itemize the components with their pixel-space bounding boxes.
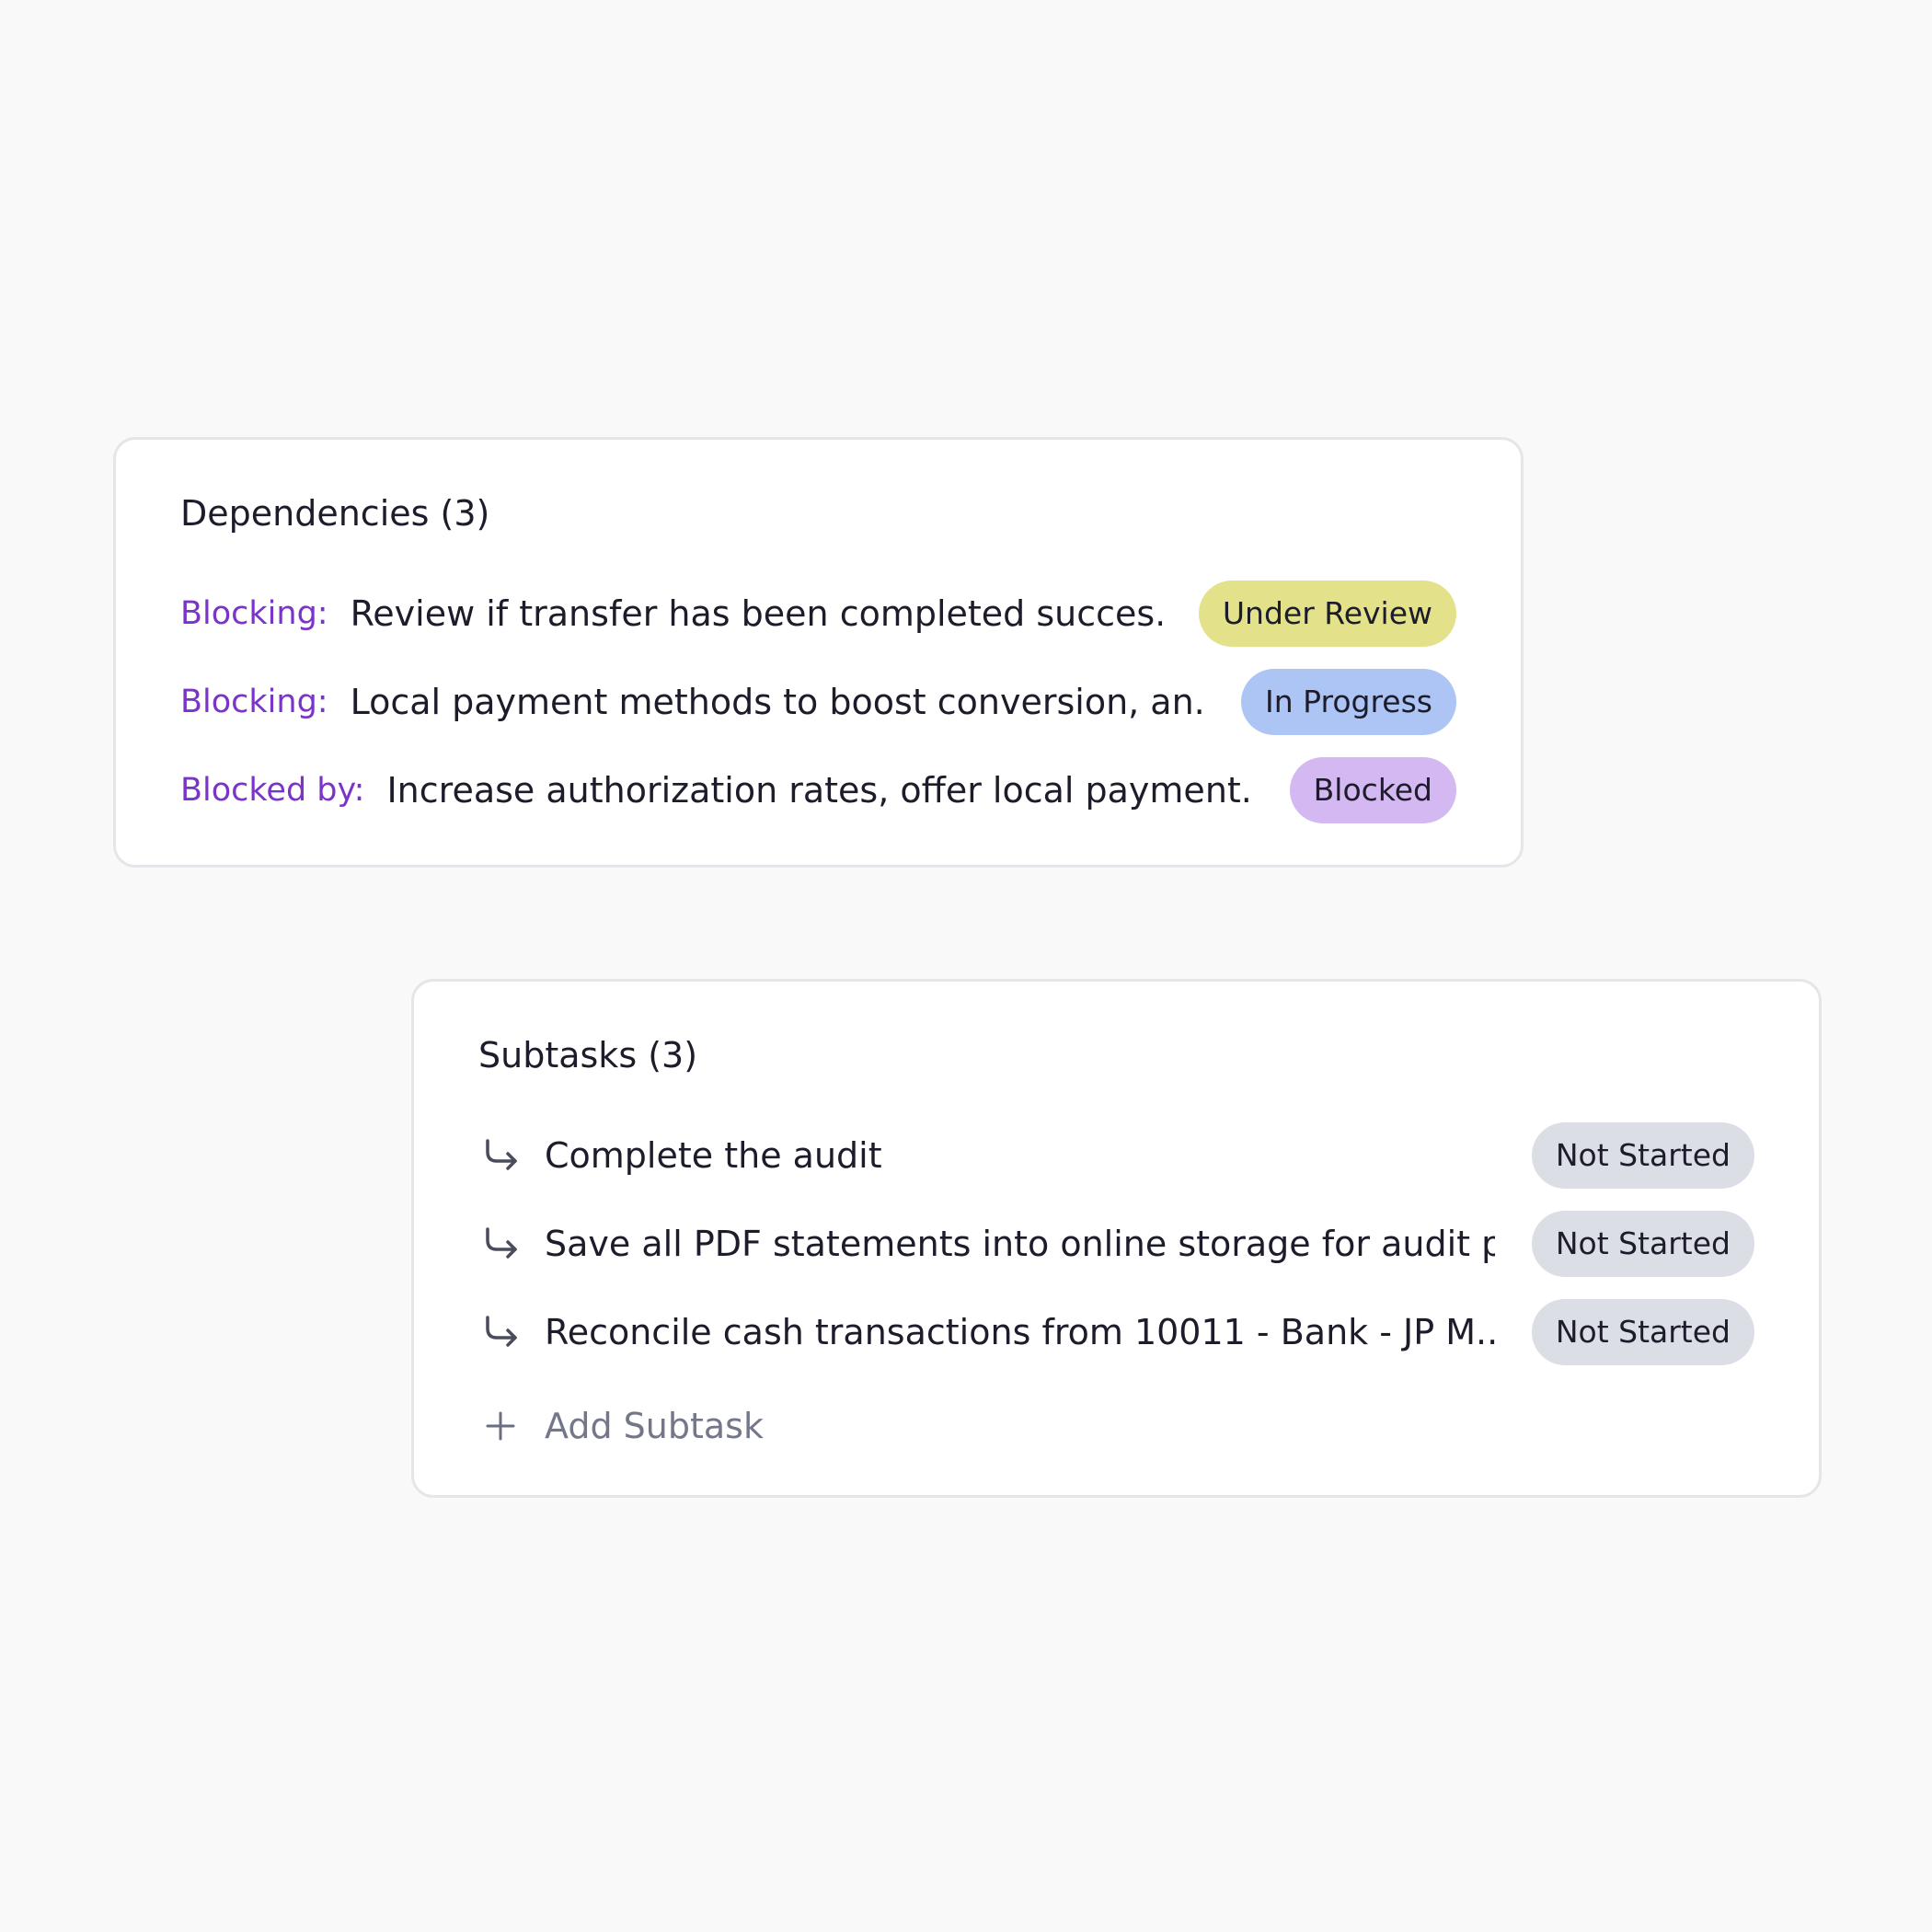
subtask-arrow-icon — [478, 1133, 523, 1178]
status-badge[interactable]: Under Review — [1198, 581, 1456, 647]
subtask-title[interactable]: Reconcile cash transactions from 10011 -… — [545, 1312, 1495, 1352]
plus-icon — [478, 1404, 523, 1448]
subtasks-card: Subtasks (3) Complete the audit Not Star… — [411, 979, 1822, 1498]
subtask-arrow-icon — [478, 1222, 523, 1266]
add-subtask-button[interactable]: Add Subtask — [478, 1393, 1754, 1459]
status-badge[interactable]: Blocked — [1289, 757, 1456, 823]
dependency-row[interactable]: Blocking: Local payment methods to boost… — [180, 669, 1456, 735]
dependency-row[interactable]: Blocking: Review if transfer has been co… — [180, 581, 1456, 647]
status-badge[interactable]: Not Started — [1531, 1122, 1754, 1189]
subtasks-title: Subtasks (3) — [478, 1035, 698, 1075]
subtask-title[interactable]: Complete the audit — [545, 1135, 1495, 1176]
subtask-row[interactable]: Complete the audit Not Started — [478, 1122, 1754, 1189]
dependency-task-link[interactable]: Review if transfer has been completed su… — [351, 593, 1162, 634]
add-subtask-label: Add Subtask — [545, 1406, 764, 1446]
dependency-task-link[interactable]: Increase authorization rates, offer loca… — [386, 770, 1252, 811]
subtask-row[interactable]: Reconcile cash transactions from 10011 -… — [478, 1299, 1754, 1365]
subtask-arrow-icon — [478, 1310, 523, 1354]
status-badge[interactable]: Not Started — [1531, 1299, 1754, 1365]
dependency-type-label: Blocked by: — [180, 772, 365, 809]
dependency-task-link[interactable]: Local payment methods to boost conversio… — [351, 682, 1204, 722]
dependency-row[interactable]: Blocked by: Increase authorization rates… — [180, 757, 1456, 823]
dependencies-title: Dependencies (3) — [180, 493, 490, 534]
status-badge[interactable]: Not Started — [1531, 1211, 1754, 1277]
subtask-title[interactable]: Save all PDF statements into online stor… — [545, 1224, 1495, 1264]
dependency-type-label: Blocking: — [180, 595, 328, 632]
subtask-row[interactable]: Save all PDF statements into online stor… — [478, 1211, 1754, 1277]
dependency-type-label: Blocking: — [180, 684, 328, 720]
status-badge[interactable]: In Progress — [1241, 669, 1456, 735]
dependencies-card: Dependencies (3) Blocking: Review if tra… — [113, 437, 1524, 868]
